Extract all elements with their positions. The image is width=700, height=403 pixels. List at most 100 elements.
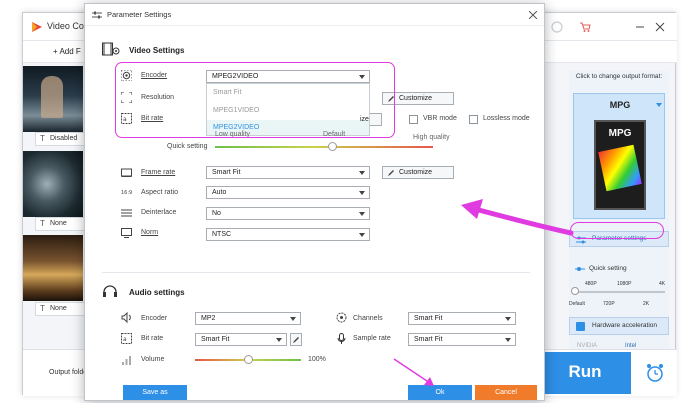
quality-slider-track[interactable] <box>215 146 433 148</box>
deinterlace-icon <box>121 207 132 218</box>
audio-bitrate-select[interactable]: Smart Fit <box>195 333 287 346</box>
vbr-mode-checkbox[interactable] <box>409 115 418 124</box>
subtitle-status[interactable]: T Disabled <box>35 132 85 146</box>
close-app-icon[interactable] <box>655 22 665 32</box>
volume-value: 100% <box>308 356 326 363</box>
settings-sliders-icon <box>92 10 102 20</box>
gift-icon[interactable] <box>551 21 563 33</box>
subtitle-value: Disabled <box>50 135 78 142</box>
sample-rate-value: Smart Fit <box>414 336 443 343</box>
cancel-button[interactable]: Cancel <box>475 385 537 400</box>
frame-rate-icon <box>121 167 132 178</box>
volume-label: Volume <box>141 356 165 363</box>
norm-label: Norm <box>141 229 159 236</box>
sample-rate-label: Sample rate <box>353 335 391 342</box>
add-files-button[interactable]: + Add F <box>53 47 81 56</box>
chevron-down-icon <box>359 191 365 195</box>
frame-rate-customize-button[interactable]: Customize <box>382 166 454 179</box>
pencil-icon <box>387 169 395 177</box>
quick-setting-label: Quick setting <box>167 143 208 150</box>
frame-rate-customize-label: Customize <box>399 169 433 176</box>
resolution-customize-label: Customize <box>399 95 433 102</box>
frame-rate-select[interactable]: Smart Fit <box>206 166 370 179</box>
section-divider <box>102 272 530 273</box>
vbr-mode-label: VBR mode <box>423 115 457 122</box>
subtitle-value: None <box>50 305 67 312</box>
resolution-slider-thumb[interactable] <box>571 287 579 295</box>
output-format-name: MPG <box>609 100 631 110</box>
quality-slider-thumb[interactable] <box>328 142 337 151</box>
resolution-slider[interactable] <box>573 291 665 293</box>
chip-icon <box>576 322 585 331</box>
quick-setting-label: Quick setting <box>589 265 627 272</box>
mpg-file-icon: MPG <box>594 120 646 210</box>
channels-value: Smart Fit <box>414 315 443 322</box>
frame-rate-value: Smart Fit <box>212 169 241 176</box>
video-thumbnail-1[interactable] <box>23 66 83 132</box>
parameter-settings-highlight-outline <box>570 222 664 239</box>
channels-select[interactable]: Smart Fit <box>408 312 516 325</box>
dialog-titlebar: Parameter Settings <box>85 4 544 26</box>
tick-1080p: 1080P <box>617 281 632 287</box>
hardware-acceleration-button[interactable]: Hardware acceleration <box>569 317 669 335</box>
encoder-highlight-outline <box>115 62 395 138</box>
tick-2k: 2K <box>643 301 650 307</box>
channels-label: Channels <box>353 315 383 322</box>
chevron-down-icon <box>359 171 365 175</box>
deinterlace-value: No <box>212 210 221 217</box>
tick-4k: 4K <box>659 281 666 287</box>
output-format-panel: Click to change output format: MPG MPG P… <box>569 71 669 358</box>
dropdown-arrow-icon <box>656 103 662 107</box>
hardware-acceleration-label: Hardware acceleration <box>592 322 658 329</box>
svg-text:a: a <box>123 336 127 343</box>
chevron-down-icon <box>276 338 282 342</box>
norm-value: NTSC <box>212 231 232 238</box>
chevron-down-icon <box>359 233 365 237</box>
audio-bitrate-edit-icon[interactable] <box>290 333 302 346</box>
subtitle-status[interactable]: T None <box>35 217 85 231</box>
volume-bars-icon <box>121 354 132 365</box>
speaker-icon <box>121 311 132 324</box>
lossless-mode-label: Lossless mode <box>483 115 530 122</box>
aspect-ratio-icon: 16:9 <box>121 187 132 198</box>
lossless-mode-checkbox[interactable] <box>469 115 478 124</box>
video-settings-icon <box>102 42 120 56</box>
norm-select[interactable]: NTSC <box>206 228 370 241</box>
quick-setting-icon <box>575 266 585 272</box>
output-folder-label: Output folde <box>49 369 88 376</box>
deinterlace-select[interactable]: No <box>206 207 370 220</box>
minimize-icon[interactable] <box>635 23 645 31</box>
save-as-button[interactable]: Save as <box>123 385 187 400</box>
text-icon: T <box>40 219 45 228</box>
audio-encoder-select[interactable]: MP2 <box>195 312 301 325</box>
annotation-arrow-icon <box>461 199 574 236</box>
audio-encoder-value: MP2 <box>201 315 216 322</box>
chevron-down-icon <box>359 212 365 216</box>
sample-rate-select[interactable]: Smart Fit <box>408 333 516 346</box>
video-thumbnail-2[interactable] <box>23 151 83 217</box>
svg-text:16:9: 16:9 <box>121 190 132 196</box>
subtitle-status[interactable]: T None <box>35 302 85 316</box>
tick-720p: 720P <box>603 301 615 307</box>
aspect-ratio-value: Auto <box>212 189 227 196</box>
chevron-down-icon <box>505 338 511 342</box>
audio-bitrate-value: Smart Fit <box>201 336 230 343</box>
audio-encoder-label: Encoder <box>141 315 168 322</box>
alarm-clock-icon[interactable] <box>635 352 675 394</box>
tick-480p: 480P <box>585 281 597 287</box>
audio-bitrate-icon: a <box>121 333 132 344</box>
aspect-ratio-select[interactable]: Auto <box>206 186 370 199</box>
aspect-ratio-label: Aspect ratio <box>141 189 178 196</box>
video-thumbnail-3[interactable] <box>23 235 83 301</box>
ok-pointer-arrow-icon <box>393 358 434 386</box>
output-format-selector[interactable]: MPG MPG <box>573 93 665 219</box>
run-button[interactable]: Run <box>539 352 631 394</box>
volume-slider-thumb[interactable] <box>244 355 253 364</box>
text-icon: T <box>40 304 45 313</box>
subtitle-value: None <box>50 220 67 227</box>
deinterlace-label: Deinterlace <box>141 209 177 216</box>
screen: Video Co + Add F T Disabled T None T Non… <box>0 0 700 403</box>
cart-icon[interactable] <box>579 21 591 33</box>
output-format-hint: Click to change output format: <box>575 73 663 80</box>
dialog-close-icon[interactable] <box>528 10 538 20</box>
